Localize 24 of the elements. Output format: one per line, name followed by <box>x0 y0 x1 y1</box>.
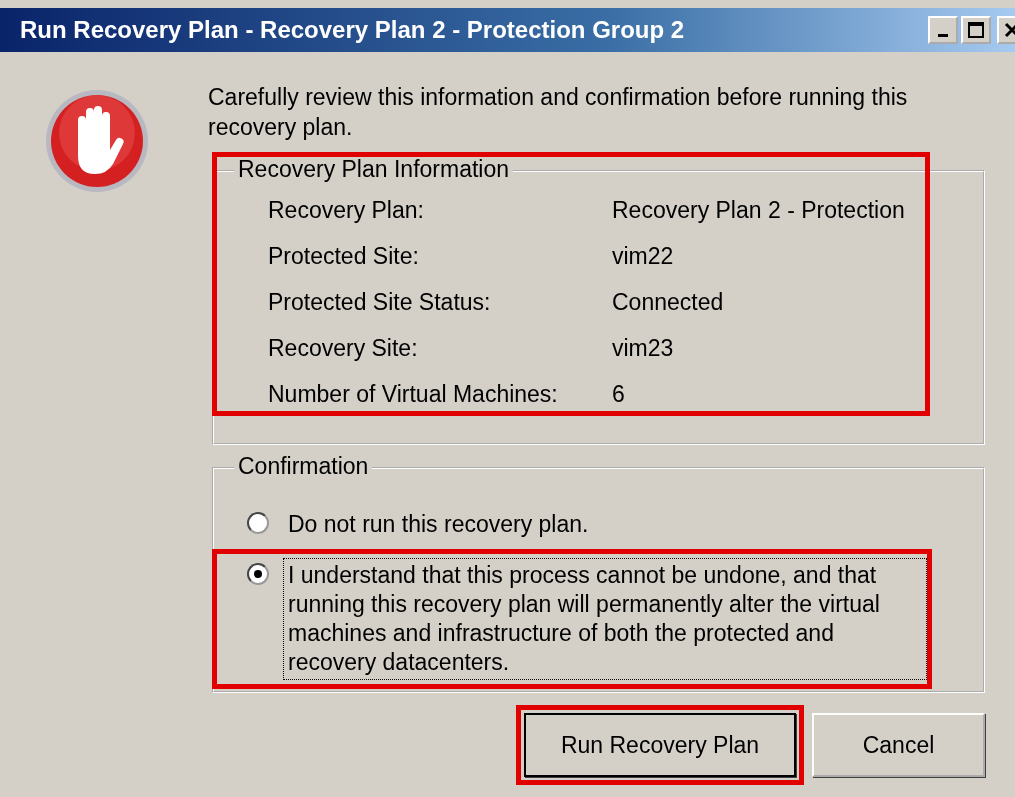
minimize-icon <box>938 33 948 37</box>
field-value: vim22 <box>612 242 675 270</box>
field-value: Connected <box>612 288 725 316</box>
group-title: Recovery Plan Information <box>234 156 513 183</box>
option-label[interactable]: Do not run this recovery plan. <box>283 507 927 542</box>
field-value: Recovery Plan 2 - Protection <box>612 196 906 224</box>
intro-text: Carefully review this information and confirmation before running this recovery plan. <box>208 83 909 142</box>
window-title: Run Recovery Plan - Recovery Plan 2 - Protection Group 2 <box>20 16 685 44</box>
field-value: vim23 <box>612 334 675 362</box>
dialog-button[interactable]: Run Recovery Plan <box>524 713 796 777</box>
field-label: Recovery Site: <box>268 334 419 362</box>
field-label: Protected Site: <box>268 242 420 270</box>
stop-hand-icon <box>44 88 150 194</box>
maximize-icon <box>967 21 985 39</box>
maximize-button[interactable] <box>961 16 991 44</box>
minimize-button[interactable] <box>928 16 958 44</box>
field-value: 6 <box>612 380 626 408</box>
radio-button[interactable] <box>247 563 269 585</box>
field-label: Recovery Plan: <box>268 196 425 224</box>
option-label[interactable]: I understand that this process cannot be undone, and that running this recovery plan will permanently alter the virtual machines and infrastructure of both the protected and recovery datacenters. <box>283 558 927 680</box>
radio-button[interactable] <box>247 512 269 534</box>
dialog-button[interactable]: Cancel <box>812 713 985 777</box>
field-label: Number of Virtual Machines: <box>268 380 559 408</box>
field-label: Protected Site Status: <box>268 288 492 316</box>
